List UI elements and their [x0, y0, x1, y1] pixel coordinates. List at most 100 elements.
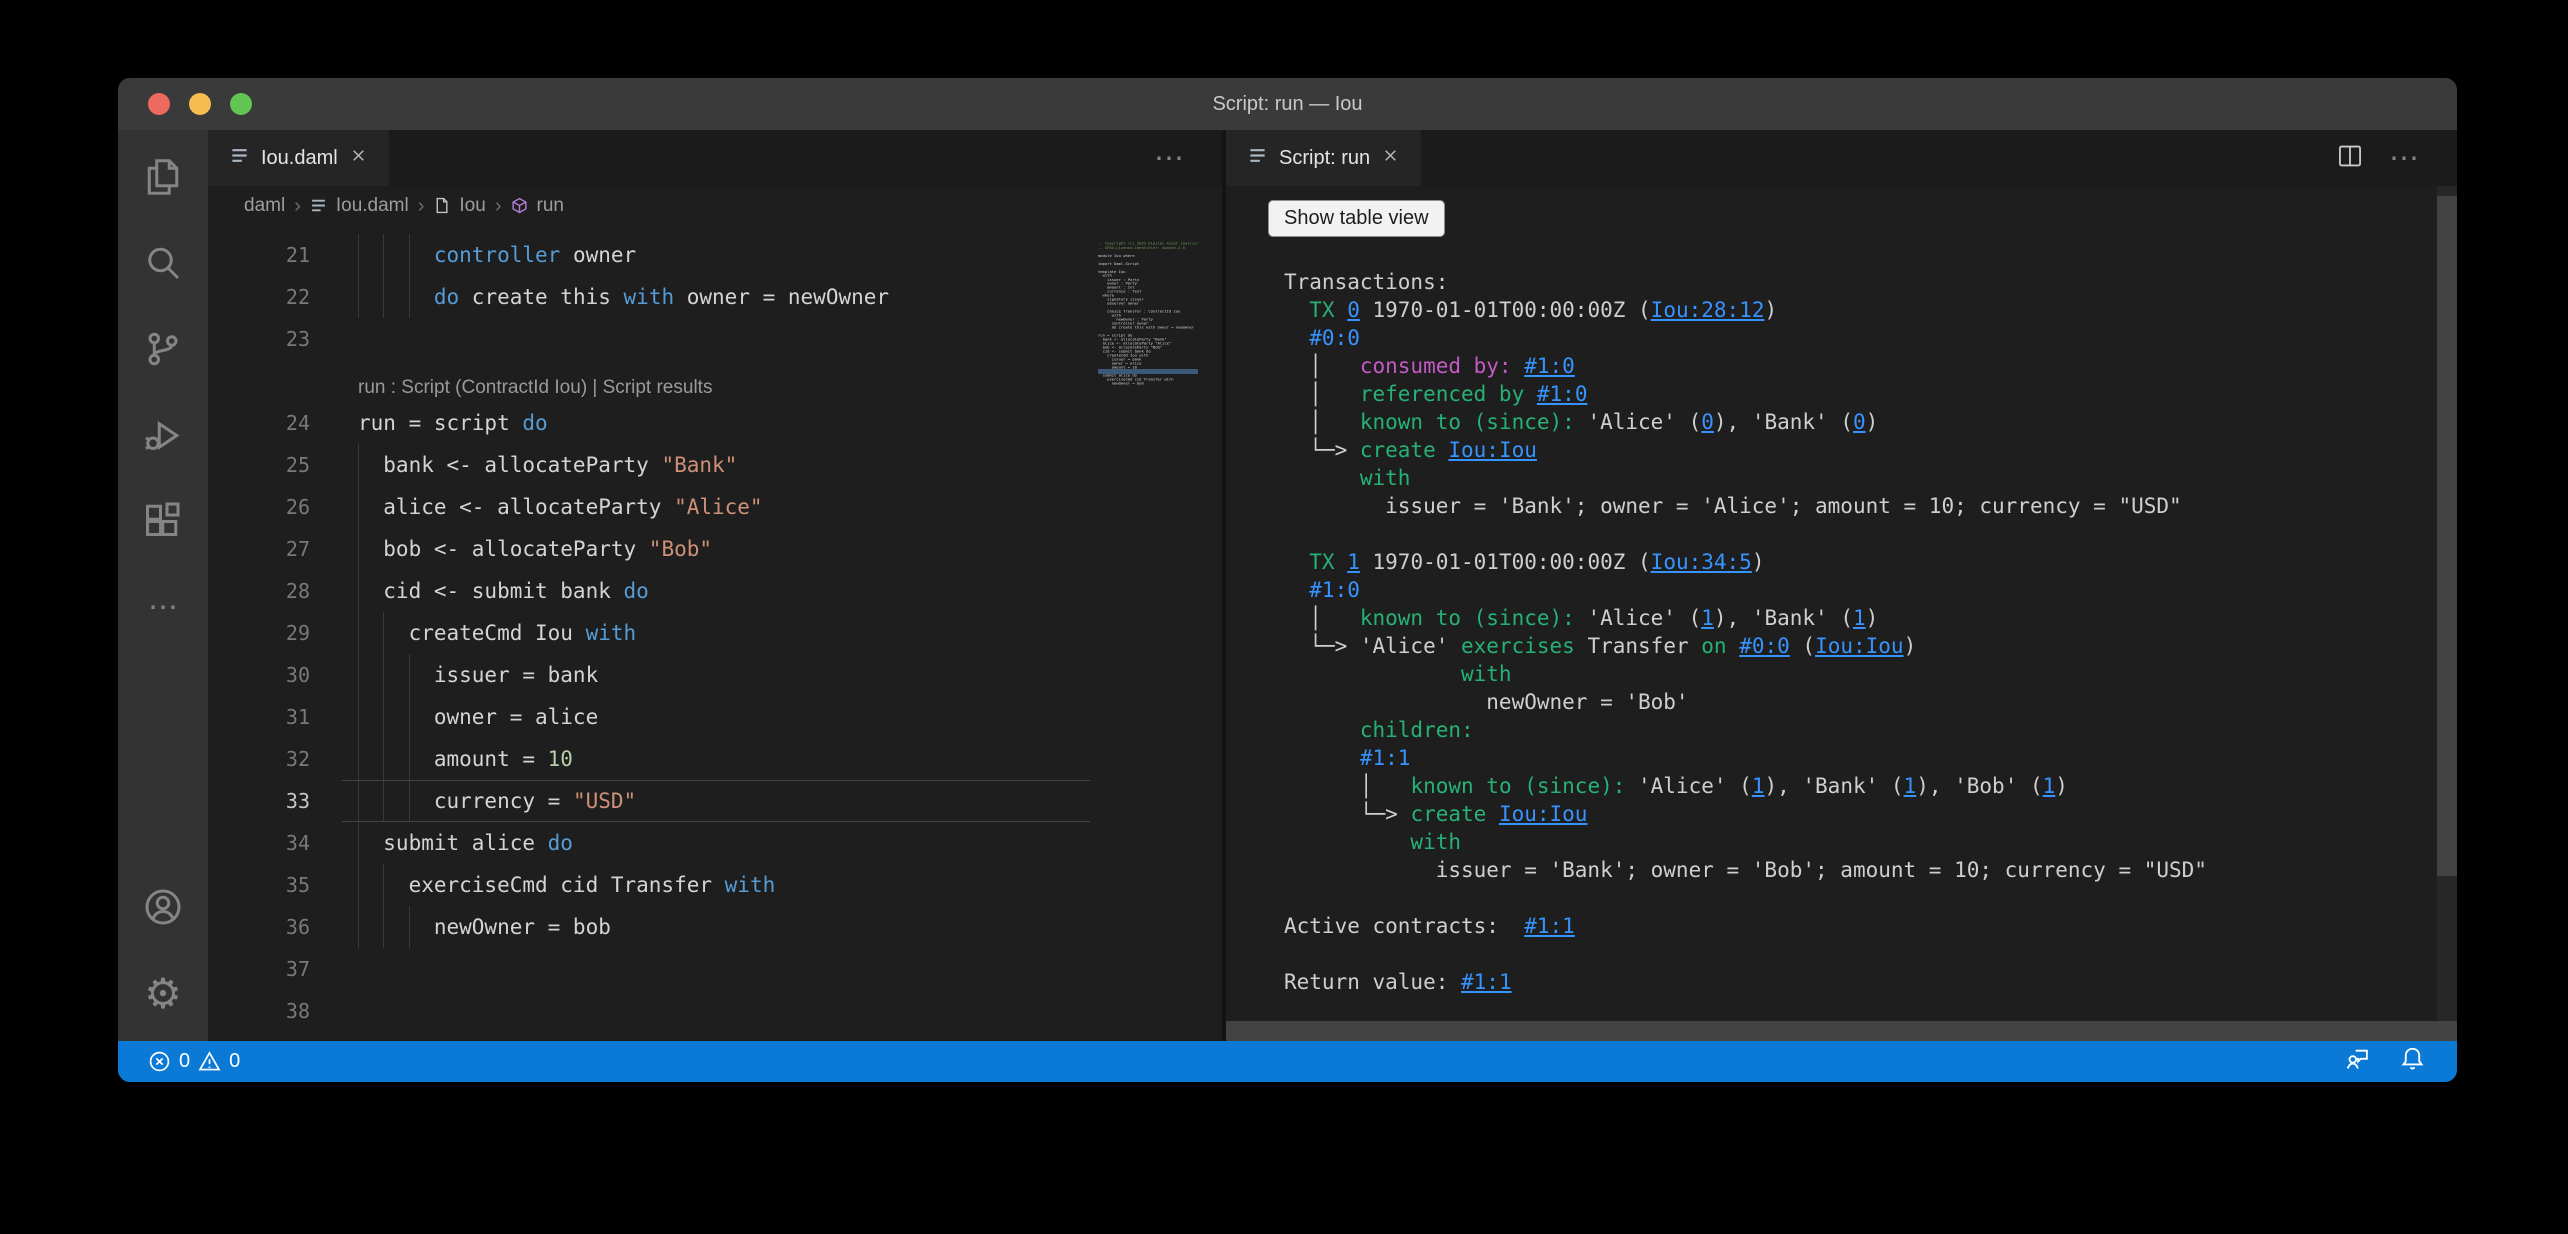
- code-line-31: 31 owner = alice: [208, 696, 1222, 738]
- bell-icon[interactable]: [2400, 1046, 2425, 1077]
- tx-link[interactable]: #1:0: [1537, 382, 1588, 406]
- code-text: do create this with owner = newOwner: [358, 276, 889, 318]
- code-line-39: 39: [208, 1032, 1222, 1041]
- tx-link[interactable]: Iou:28:12: [1651, 298, 1765, 322]
- feedback-icon[interactable]: [2345, 1046, 2370, 1077]
- tx-link[interactable]: Iou:Iou: [1499, 802, 1588, 826]
- close-window-button[interactable]: [148, 93, 170, 115]
- code-lens[interactable]: run : Script (ContractId Iou) | Script r…: [358, 377, 712, 399]
- zoom-window-button[interactable]: [230, 93, 252, 115]
- file-icon: [433, 197, 450, 215]
- tx-line: issuer = 'Bank'; owner = 'Alice'; amount…: [1284, 492, 2433, 520]
- search-icon[interactable]: [141, 241, 185, 285]
- more-actions-icon[interactable]: [1154, 141, 1184, 176]
- tx-line: │ known to (since): 'Alice' (0), 'Bank' …: [1284, 408, 2433, 436]
- vertical-scrollbar[interactable]: [2437, 186, 2457, 1021]
- source-control-icon[interactable]: [141, 327, 185, 371]
- code-text: amount = 10: [358, 738, 573, 780]
- tx-link[interactable]: 0: [1347, 298, 1360, 322]
- tx-link[interactable]: 1: [1853, 606, 1866, 630]
- code-line-32: 32 amount = 10: [208, 738, 1222, 780]
- list-icon: [1248, 146, 1267, 170]
- line-number: 33: [208, 780, 310, 822]
- tx-link[interactable]: 0: [1853, 410, 1866, 434]
- tx-link[interactable]: 0: [1701, 410, 1714, 434]
- script-results-panel: Show table view Transactions: TX 0 1970-…: [1226, 186, 2457, 1041]
- code-text: bank <- allocateParty "Bank": [358, 444, 737, 486]
- editor-group-left: Iou.daml daml Iou.daml: [208, 130, 1222, 1041]
- code-text: newOwner = bob: [358, 906, 611, 948]
- code-text: bob <- allocateParty "Bob": [358, 528, 712, 570]
- tx-line: Active contracts: #1:1: [1284, 912, 2433, 940]
- code-text: createCmd Iou with: [358, 612, 636, 654]
- vertical-scrollbar-thumb[interactable]: [2437, 196, 2457, 876]
- breadcrumb-item-daml[interactable]: daml: [244, 195, 285, 217]
- breadcrumb-item-module[interactable]: Iou: [459, 195, 485, 217]
- line-number: 34: [208, 822, 310, 864]
- error-icon: [148, 1050, 171, 1073]
- close-tab-icon[interactable]: [350, 147, 367, 169]
- minimap[interactable]: -- Copyright (c) 2023 Digital Asset (Swi…: [1098, 242, 1198, 462]
- tx-link[interactable]: Iou:34:5: [1651, 550, 1752, 574]
- tx-link[interactable]: 1: [1904, 774, 1917, 798]
- minimize-window-button[interactable]: [189, 93, 211, 115]
- tab-script-run[interactable]: Script: run: [1226, 130, 1421, 186]
- activity-bar: [118, 130, 208, 1041]
- extensions-icon[interactable]: [141, 499, 185, 543]
- tx-link[interactable]: 1: [1347, 550, 1360, 574]
- code-line-22: 22 do create this with owner = newOwner: [208, 276, 1222, 318]
- code-lens-row[interactable]: run : Script (ContractId Iou) | Script r…: [208, 360, 1222, 402]
- tab-label: Script: run: [1279, 147, 1370, 170]
- tab-iou-daml[interactable]: Iou.daml: [208, 130, 389, 186]
- close-tab-icon[interactable]: [1382, 147, 1399, 169]
- horizontal-scrollbar[interactable]: [1226, 1021, 2457, 1041]
- more-views-icon[interactable]: [141, 585, 185, 629]
- tx-link[interactable]: #1:0: [1524, 354, 1575, 378]
- warning-count: 0: [229, 1050, 240, 1073]
- tx-line: [1284, 940, 2433, 968]
- accounts-icon[interactable]: [141, 885, 185, 929]
- problems-indicator[interactable]: 0 0: [148, 1050, 240, 1073]
- tx-link[interactable]: #1:1: [1524, 914, 1575, 938]
- tx-line: with: [1284, 660, 2433, 688]
- window-title: Script: run — Iou: [118, 93, 2457, 116]
- code-line-34: 34 submit alice do: [208, 822, 1222, 864]
- code-text: run = script do: [358, 402, 548, 444]
- tx-link[interactable]: 1: [1701, 606, 1714, 630]
- line-number: 27: [208, 528, 310, 570]
- tx-line: with: [1284, 464, 2433, 492]
- tx-link[interactable]: 1: [1752, 774, 1765, 798]
- code-line-23: 23: [208, 318, 1222, 360]
- tx-link[interactable]: #0:0: [1739, 634, 1790, 658]
- breadcrumb-item-symbol[interactable]: run: [537, 195, 564, 217]
- code-line-29: 29 createCmd Iou with: [208, 612, 1222, 654]
- explorer-icon[interactable]: [141, 155, 185, 199]
- run-debug-icon[interactable]: [141, 413, 185, 457]
- status-bar-right: [2345, 1046, 2425, 1077]
- daml-file-icon: [310, 197, 327, 215]
- tab-label: Iou.daml: [261, 147, 338, 170]
- line-number: 39: [208, 1032, 310, 1041]
- more-actions-icon[interactable]: [2389, 141, 2419, 176]
- show-table-view-button[interactable]: Show table view: [1268, 200, 1445, 237]
- tx-line: #1:1: [1284, 744, 2433, 772]
- chevron-right-icon: [294, 195, 301, 218]
- tx-line: │ known to (since): 'Alice' (1), 'Bank' …: [1284, 772, 2433, 800]
- settings-gear-icon[interactable]: [141, 971, 185, 1015]
- line-number: 37: [208, 948, 310, 990]
- split-editor-icon[interactable]: [2337, 143, 2363, 174]
- line-number: 22: [208, 276, 310, 318]
- tx-link[interactable]: #1:1: [1461, 970, 1512, 994]
- tx-line: with: [1284, 828, 2433, 856]
- tx-link[interactable]: Iou:Iou: [1815, 634, 1904, 658]
- tx-link[interactable]: Iou:Iou: [1448, 438, 1537, 462]
- breadcrumb-item-file[interactable]: Iou.daml: [336, 195, 409, 217]
- line-number: 29: [208, 612, 310, 654]
- line-number: 21: [208, 234, 310, 276]
- warning-icon: [198, 1050, 221, 1073]
- minimap-current-line: [1098, 369, 1198, 374]
- code-text: controller owner: [358, 234, 636, 276]
- chevron-right-icon: [418, 195, 425, 218]
- tx-link[interactable]: 1: [2043, 774, 2056, 798]
- code-editor[interactable]: 21 controller owner22 do create this wit…: [208, 226, 1222, 1041]
